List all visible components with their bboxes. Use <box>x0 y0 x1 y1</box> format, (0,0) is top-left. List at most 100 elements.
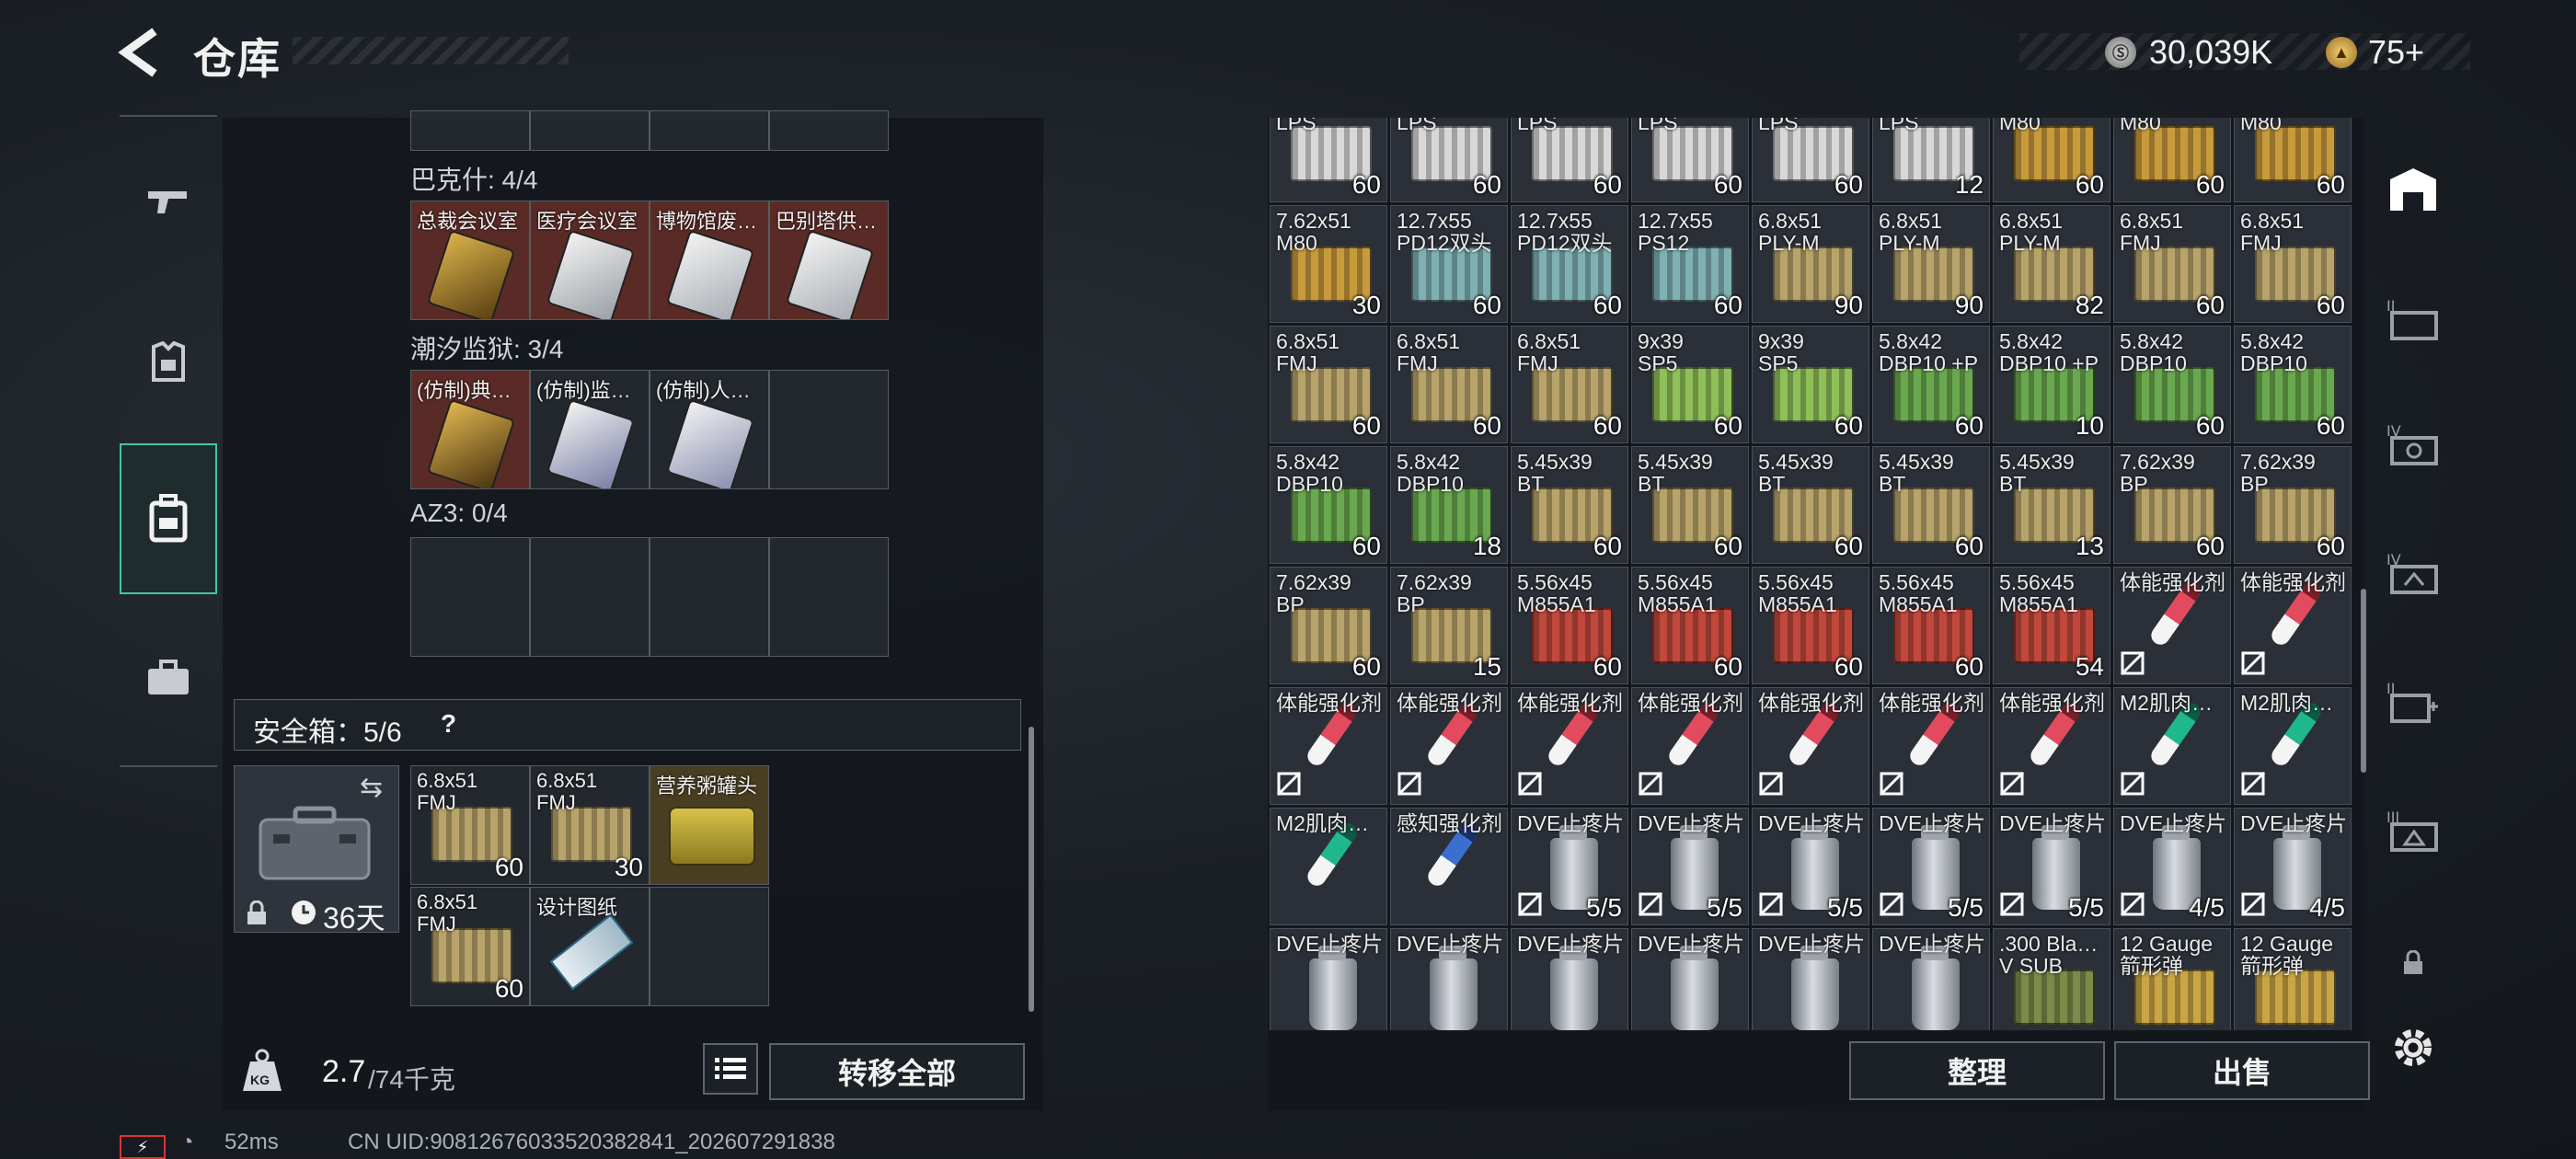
transfer-all-button[interactable]: 转移全部 <box>769 1043 1025 1100</box>
storage-item[interactable]: DVE止疼片 5/5 <box>1872 808 1990 925</box>
storage-item[interactable]: 体能强化剂 <box>1752 687 1869 805</box>
storage-item[interactable]: 7.62x39 BP 60 <box>2234 446 2352 564</box>
storage-item[interactable]: 体能强化剂 <box>2113 567 2231 684</box>
empty-slot[interactable] <box>650 887 769 1006</box>
storage-item[interactable]: DVE止疼片 <box>1511 928 1628 1030</box>
storage-item[interactable]: DVE止疼片 <box>1752 928 1869 1030</box>
slot-cutoff[interactable] <box>410 110 530 151</box>
storage-item[interactable]: 5.8x42 DBP10 +P 10 <box>1993 326 2110 443</box>
keycard-slot[interactable]: 医疗会议室 <box>530 201 650 320</box>
storage-item[interactable]: .300 Bla… V SUB <box>1993 928 2110 1030</box>
slot-cutoff[interactable] <box>530 110 650 151</box>
storage-item[interactable]: M2肌肉… <box>2234 687 2352 805</box>
keycard-slot[interactable]: 博物馆废… <box>650 201 769 320</box>
safe-item-slot[interactable]: 营养粥罐头 <box>650 765 769 885</box>
storage-item[interactable]: 5.56x45 M855A1 60 <box>1752 567 1869 684</box>
storage-item[interactable]: 7.62x39 BP 60 <box>2113 446 2231 564</box>
storage-item[interactable]: DVE止疼片 5/5 <box>1993 808 2110 925</box>
storage-item[interactable]: 体能强化剂 <box>1511 687 1628 805</box>
storage-item[interactable]: 7.62x51 M80 60 <box>2234 118 2352 202</box>
slot-cutoff[interactable] <box>769 110 889 151</box>
storage-item[interactable]: 7.62x54R LPS 60 <box>1631 118 1749 202</box>
storage-item[interactable]: M2肌肉… <box>1270 808 1387 925</box>
keycard-slot[interactable]: 总裁会议室 <box>410 201 530 320</box>
storage-item[interactable]: 5.8x42 DBP10 +P 60 <box>1872 326 1990 443</box>
storage-item[interactable]: 7.62x51 M80 30 <box>1270 205 1387 323</box>
storage-item[interactable]: DVE止疼片 5/5 <box>1511 808 1628 925</box>
storage-item[interactable]: 7.62x39 BP 60 <box>1270 567 1387 684</box>
storage-item[interactable]: 6.8x51 PLY-M 90 <box>1872 205 1990 323</box>
storage-item[interactable]: DVE止疼片 <box>1872 928 1990 1030</box>
storage-item[interactable]: M2肌肉… <box>2113 687 2231 805</box>
left-scrollbar[interactable] <box>1029 727 1034 1012</box>
locked-tab[interactable] <box>2374 924 2453 1003</box>
storage-item[interactable]: 5.45x39 BT 60 <box>1752 446 1869 564</box>
storage-item[interactable]: 7.62x54R LPS 60 <box>1752 118 1869 202</box>
keycard-slot[interactable]: (仿制)监… <box>530 370 650 489</box>
sell-button[interactable]: 出售 <box>2114 1041 2370 1100</box>
storage-item[interactable]: 体能强化剂 <box>1993 687 2110 805</box>
nav-weapons[interactable] <box>120 152 217 253</box>
settings-button[interactable] <box>2374 1008 2453 1087</box>
gold-amount[interactable]: 75+ <box>2368 33 2424 72</box>
storage-item[interactable]: 体能强化剂 <box>1631 687 1749 805</box>
storage-item[interactable]: 感知强化剂 <box>1390 808 1508 925</box>
storage-tab-main[interactable] <box>2374 151 2453 230</box>
storage-tab-3[interactable]: III <box>2374 791 2453 870</box>
storage-item[interactable]: 7.62x54R LPS 60 <box>1270 118 1387 202</box>
storage-item[interactable]: 5.45x39 BT 60 <box>1872 446 1990 564</box>
swap-icon[interactable]: ⇆ <box>360 772 383 804</box>
storage-item[interactable]: 体能强化剂 <box>1270 687 1387 805</box>
storage-item[interactable]: 5.8x42 DBP10 60 <box>2234 326 2352 443</box>
list-view-button[interactable] <box>703 1043 758 1095</box>
slot-cutoff[interactable] <box>650 110 769 151</box>
storage-item[interactable]: 6.8x51 FMJ 60 <box>1270 326 1387 443</box>
empty-slot[interactable] <box>769 537 889 657</box>
storage-tab-2[interactable]: II <box>2374 280 2453 359</box>
storage-item[interactable]: DVE止疼片 5/5 <box>1752 808 1869 925</box>
storage-item[interactable]: 9x39 SP5 60 <box>1752 326 1869 443</box>
storage-item[interactable]: 12 Gauge 箭形弹 <box>2234 928 2352 1030</box>
sort-button[interactable]: 整理 <box>1849 1041 2105 1100</box>
nav-case[interactable] <box>120 627 217 729</box>
storage-item[interactable]: 6.8x51 PLY-M 90 <box>1752 205 1869 323</box>
storage-item[interactable]: 5.56x45 M855A1 60 <box>1511 567 1628 684</box>
storage-item[interactable]: 5.8x42 DBP10 60 <box>1270 446 1387 564</box>
empty-slot[interactable] <box>769 370 889 489</box>
right-scrollbar[interactable] <box>2361 589 2366 773</box>
storage-item[interactable]: DVE止疼片 4/5 <box>2234 808 2352 925</box>
safe-item-slot[interactable]: 6.8x51 FMJ 30 <box>530 765 650 885</box>
storage-tab-4b[interactable]: IV <box>2374 534 2453 613</box>
storage-item[interactable]: 7.62x39 BP 15 <box>1390 567 1508 684</box>
storage-item[interactable]: DVE止疼片 <box>1390 928 1508 1030</box>
storage-item[interactable]: 体能强化剂 <box>2234 567 2352 684</box>
empty-slot[interactable] <box>530 537 650 657</box>
storage-item[interactable]: 12.7x55 PS12 60 <box>1631 205 1749 323</box>
keycard-slot[interactable]: 巴别塔供… <box>769 201 889 320</box>
storage-item[interactable]: 5.56x45 M855A1 60 <box>1631 567 1749 684</box>
empty-slot[interactable] <box>410 537 530 657</box>
safe-item-slot[interactable]: 6.8x51 FMJ 60 <box>410 765 530 885</box>
safe-item-slot[interactable]: 6.8x51 FMJ 60 <box>410 887 530 1006</box>
storage-item[interactable]: 12 Gauge 箭形弹 <box>2113 928 2231 1030</box>
storage-item[interactable]: 6.8x51 FMJ 60 <box>1511 326 1628 443</box>
storage-item[interactable]: DVE止疼片 4/5 <box>2113 808 2231 925</box>
storage-item[interactable]: 5.56x45 M855A1 54 <box>1993 567 2110 684</box>
storage-item[interactable]: 6.8x51 FMJ 60 <box>2234 205 2352 323</box>
storage-item[interactable]: DVE止疼片 5/5 <box>1631 808 1749 925</box>
storage-item[interactable]: 7.62x51 M80 60 <box>1993 118 2110 202</box>
storage-item[interactable]: 5.45x39 BT 60 <box>1631 446 1749 564</box>
storage-item[interactable]: 7.62x54R LPS 12 <box>1872 118 1990 202</box>
back-arrow-icon[interactable] <box>118 28 164 77</box>
safe-item-slot[interactable]: 设计图纸 <box>530 887 650 1006</box>
nav-backpack[interactable] <box>120 443 217 594</box>
storage-item[interactable]: 6.8x51 PLY-M 82 <box>1993 205 2110 323</box>
storage-item[interactable]: DVE止疼片 <box>1631 928 1749 1030</box>
safe-case-slot[interactable]: ⇆ 36天 <box>234 765 399 935</box>
storage-item[interactable]: 6.8x51 FMJ 60 <box>1390 326 1508 443</box>
storage-item[interactable]: 7.62x54R LPS 60 <box>1511 118 1628 202</box>
empty-slot[interactable] <box>650 537 769 657</box>
storage-item[interactable]: 5.8x42 DBP10 18 <box>1390 446 1508 564</box>
storage-tab-medical[interactable]: II <box>2374 662 2453 741</box>
storage-item[interactable]: 5.56x45 M855A1 60 <box>1872 567 1990 684</box>
